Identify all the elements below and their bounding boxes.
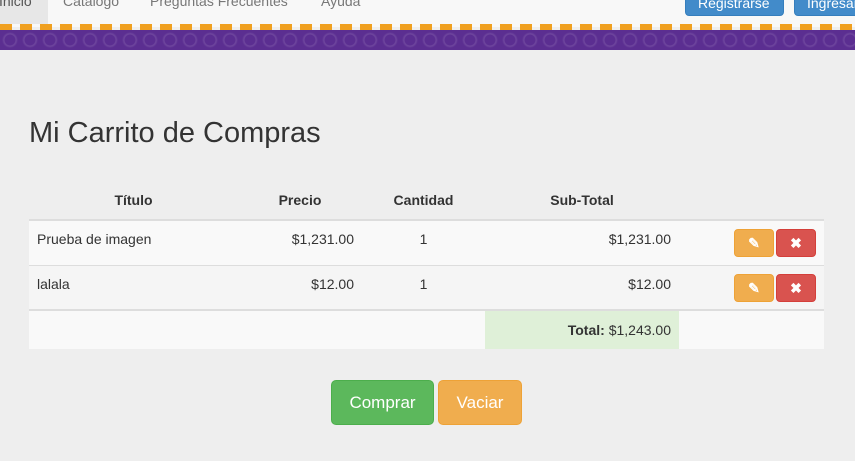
close-icon: ✖ [790, 235, 802, 251]
total-cell: Total: $1,243.00 [485, 309, 679, 349]
table-row: lalala $12.00 1 $12.00 ✎ ✖ [29, 264, 824, 310]
nav-link-label: Catalogo [63, 0, 120, 9]
top-navbar: Inicio Catalogo Preguntas Frecuentes Ayu… [0, 0, 855, 27]
header-subtotal: Sub-Total [485, 180, 679, 221]
item-title: Prueba de imagen [29, 219, 238, 265]
total-row: Total: $1,243.00 [29, 309, 824, 349]
delete-button[interactable]: ✖ [776, 273, 816, 302]
total-value: $1,243.00 [608, 322, 671, 338]
total-label: Total: [567, 322, 605, 338]
nav-link-label: Ayuda [321, 0, 361, 9]
item-actions: ✎ ✖ [679, 219, 824, 265]
item-actions: ✎ ✖ [679, 264, 824, 310]
header-title: Título [29, 180, 238, 221]
item-title: lalala [29, 264, 238, 310]
header-quantity: Cantidad [362, 180, 485, 221]
nav-link-faq[interactable]: Preguntas Frecuentes [135, 0, 303, 24]
item-quantity: 1 [362, 219, 485, 265]
nav-link-label: Preguntas Frecuentes [150, 0, 288, 9]
edit-icon: ✎ [748, 279, 760, 296]
item-quantity: 1 [362, 264, 485, 310]
edit-button[interactable]: ✎ [734, 229, 774, 257]
nav-link-label: Inicio [0, 0, 32, 9]
nav-link-inicio[interactable]: Inicio [0, 0, 48, 24]
item-subtotal: $1,231.00 [485, 219, 679, 265]
item-price: $1,231.00 [238, 219, 362, 265]
empty-cart-button[interactable]: Vaciar [438, 380, 522, 425]
delete-button[interactable]: ✖ [776, 229, 816, 257]
table-header-row: Título Precio Cantidad Sub-Total [29, 180, 824, 221]
page-title: Mi Carrito de Compras [29, 117, 321, 149]
edit-icon: ✎ [748, 235, 760, 251]
item-price: $12.00 [238, 264, 362, 310]
nav-link-ayuda[interactable]: Ayuda [306, 0, 375, 24]
cart-table: Título Precio Cantidad Sub-Total Prueba … [29, 180, 824, 349]
total-actions-spacer [679, 309, 824, 349]
login-button[interactable]: Ingresar [794, 0, 855, 16]
decorative-banner [0, 30, 855, 50]
table-row: Prueba de imagen $1,231.00 1 $1,231.00 ✎… [29, 219, 824, 265]
header-actions [679, 180, 824, 221]
register-button[interactable]: Registrarse [685, 0, 784, 16]
item-subtotal: $12.00 [485, 264, 679, 310]
close-icon: ✖ [790, 279, 802, 296]
edit-button[interactable]: ✎ [734, 273, 774, 302]
buy-button[interactable]: Comprar [331, 380, 434, 425]
total-spacer [29, 309, 485, 349]
nav-link-catalogo[interactable]: Catalogo [48, 0, 134, 24]
header-price: Precio [238, 180, 362, 221]
